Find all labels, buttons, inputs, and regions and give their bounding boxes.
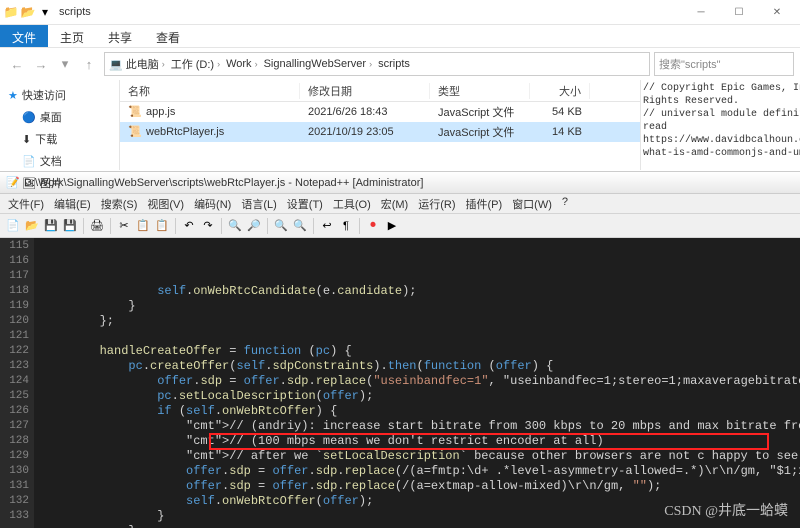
line-numbers: 1151161171181191201211221231241251261271… [0,238,34,528]
find-icon[interactable]: 🔍 [226,217,244,235]
menu-item[interactable]: 运行(R) [414,194,459,213]
new-icon[interactable]: 📄 [4,217,22,235]
redo-icon[interactable]: ↷ [199,217,217,235]
menu-item[interactable]: 宏(M) [377,194,413,213]
file-row[interactable]: 📜app.js 2021/6/26 18:43 JavaScript 文件 54… [120,102,640,122]
saveall-icon[interactable]: 💾 [61,217,79,235]
replace-icon[interactable]: 🔎 [245,217,263,235]
minimize-button[interactable]: ─ [682,1,720,23]
col-date[interactable]: 修改日期 [300,83,430,99]
record-icon[interactable]: ⏺ [364,217,382,235]
address-bar[interactable]: 💻 此电脑› 工作 (D:)› Work› SignallingWebServe… [104,52,650,76]
print-icon[interactable]: 🖨 [88,217,106,235]
play-icon[interactable]: ▶ [383,217,401,235]
code-line[interactable]: } [42,509,800,524]
menu-item[interactable]: 语言(L) [237,194,280,213]
code-line[interactable]: handleCreateOffer = function (pc) { [42,344,800,359]
code-line[interactable]: offer.sdp = offer.sdp.replace(/(a=fmtp:\… [42,464,800,479]
code-line[interactable]: offer.sdp = offer.sdp.replace("useinband… [42,374,800,389]
code-line[interactable]: self.onWebRtcCandidate(e.candidate); [42,284,800,299]
menu-bar: 文件(F)编辑(E)搜索(S)视图(V)编码(N)语言(L)设置(T)工具(O)… [0,194,800,214]
history-dropdown[interactable]: ▾ [54,53,76,75]
menu-item[interactable]: 视图(V) [143,194,188,213]
sidebar-item[interactable]: 📄 文档 [0,150,119,172]
search-input[interactable]: 搜索"scripts" [654,52,794,76]
menu-item[interactable]: 插件(P) [462,194,507,213]
open-icon[interactable]: 📂 [23,217,41,235]
sidebar-item[interactable]: 🔵 桌面 [0,106,119,128]
path-seg[interactable]: SignallingWebServer [264,58,367,70]
menu-item[interactable]: 设置(T) [283,194,327,213]
sidebar-item[interactable]: 🖼 图片 [0,172,119,194]
js-icon: 📜 [128,105,142,119]
zoomin-icon[interactable]: 🔍 [272,217,290,235]
up-button[interactable]: ↑ [78,53,100,75]
col-type[interactable]: 类型 [430,83,530,99]
path-seg[interactable]: scripts [378,58,410,70]
file-list: 名称 修改日期 类型 大小 📜app.js 2021/6/26 18:43 Ja… [120,80,640,170]
preview-pane: // Copyright Epic Games, Inc. Rights Res… [640,80,800,170]
zoomout-icon[interactable]: 🔍 [291,217,309,235]
ribbon-home[interactable]: 主页 [48,25,96,47]
code-line[interactable]: self.onWebRtcOffer(offer); [42,494,800,509]
forward-button[interactable]: → [30,53,52,75]
cut-icon[interactable]: ✂ [115,217,133,235]
menu-item[interactable]: ? [558,194,572,213]
col-name[interactable]: 名称 [120,83,300,99]
code-line[interactable]: offer.sdp = offer.sdp.replace(/(a=extmap… [42,479,800,494]
paste-icon[interactable]: 📋 [153,217,171,235]
window-title: scripts [59,6,91,18]
sidebar: ★ 快速访问 🔵 桌面 ⬇ 下载 📄 文档 🖼 图片 [0,80,120,170]
menu-item[interactable]: 编辑(E) [50,194,95,213]
code-area[interactable]: self.onWebRtcCandidate(e.candidate); } }… [34,238,800,528]
save-icon[interactable]: 💾 [42,217,60,235]
back-button[interactable]: ← [6,53,28,75]
code-line[interactable] [42,329,800,344]
chars-icon[interactable]: ¶ [337,217,355,235]
sidebar-item[interactable]: ⬇ 下载 [0,128,119,150]
menu-item[interactable]: 文件(F) [4,194,48,213]
close-button[interactable]: ✕ [758,1,796,23]
sidebar-quick[interactable]: ★ 快速访问 [0,84,119,106]
col-size[interactable]: 大小 [530,83,590,99]
code-line[interactable]: "cmt">// (100 mbps means we don't restri… [42,434,800,449]
code-line[interactable]: } [42,299,800,314]
path-seg[interactable]: 工作 (D:) [171,56,214,72]
toolbar: 📄 📂 💾 💾 🖨 ✂ 📋 📋 ↶ ↷ 🔍 🔎 🔍 🔍 ↩ ¶ ⏺ ▶ [0,214,800,238]
js-icon: 📜 [128,125,142,139]
menu-item[interactable]: 编码(N) [190,194,235,213]
ribbon-file[interactable]: 文件 [0,25,48,47]
file-row[interactable]: 📜webRtcPlayer.js 2021/10/19 23:05 JavaSc… [120,122,640,142]
menu-item[interactable]: 工具(O) [329,194,375,213]
code-line[interactable]: if (self.onWebRtcOffer) { [42,404,800,419]
menu-item[interactable]: 搜索(S) [97,194,142,213]
code-line[interactable]: }, [42,524,800,528]
path-seg[interactable]: Work [226,58,251,70]
code-line[interactable]: pc.setLocalDescription(offer); [42,389,800,404]
folder-icon: 📂 [21,5,35,19]
copy-icon[interactable]: 📋 [134,217,152,235]
menu-item[interactable]: 窗口(W) [508,194,556,213]
app-icon: 📁 [4,5,18,19]
wrap-icon[interactable]: ↩ [318,217,336,235]
ribbon-view[interactable]: 查看 [144,25,192,47]
maximize-button[interactable]: ☐ [720,1,758,23]
code-line[interactable]: pc.createOffer(self.sdpConstraints).then… [42,359,800,374]
ribbon-share[interactable]: 共享 [96,25,144,47]
undo-icon[interactable]: ↶ [180,217,198,235]
path-seg[interactable]: 此电脑 [126,56,159,72]
code-line[interactable]: "cmt">// after we `setLocalDescription` … [42,449,800,464]
code-line[interactable]: "cmt">// (andriy): increase start bitrat… [42,419,800,434]
code-line[interactable]: }; [42,314,800,329]
dropdown-icon[interactable]: ▾ [38,5,52,19]
